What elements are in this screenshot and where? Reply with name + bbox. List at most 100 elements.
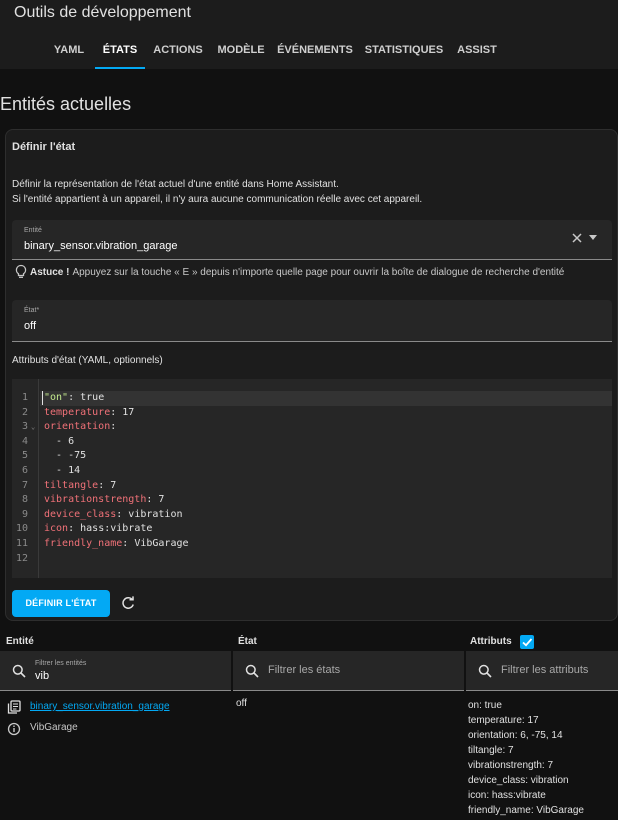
filter-entities-value[interactable]: vib <box>35 670 49 682</box>
lightbulb-icon <box>15 264 27 278</box>
tab-assist[interactable]: ASSIST <box>452 36 502 69</box>
tab-states[interactable]: ÉTATS <box>95 36 145 69</box>
yaml-value: 7 <box>152 494 165 506</box>
app-title: Outils de développement <box>14 4 191 21</box>
filter-states-placeholder[interactable]: Filtrer les états <box>268 664 340 676</box>
yaml-key: tiltangle <box>44 479 99 491</box>
yaml-line: orientation: <box>44 420 116 435</box>
tab-yaml[interactable]: YAML <box>47 36 91 69</box>
entity-friendly-name: VibGarage <box>30 722 78 733</box>
line-number: 4 <box>21 435 28 447</box>
search-icon <box>12 664 26 678</box>
copy-icon[interactable] <box>7 700 21 714</box>
entity-picker-label: Entité <box>24 227 42 234</box>
tab-template[interactable]: MODÈLE <box>213 36 269 69</box>
filter-attributes-placeholder[interactable]: Filtrer les attributs <box>501 664 588 676</box>
yaml-line: temperature: 17 <box>44 406 134 421</box>
line-number: 6 <box>21 465 28 476</box>
line-number: 8 <box>21 494 28 506</box>
yaml-line: vibrationstrength: 7 <box>44 493 164 508</box>
yaml-value: - 14 <box>44 465 81 476</box>
yaml-key: icon <box>44 523 69 535</box>
filter-states[interactable]: Filtrer les états <box>233 651 464 691</box>
yaml-key: device_class <box>44 508 117 520</box>
yaml-value: vibration <box>122 508 183 520</box>
fold-icon[interactable]: ⌄ <box>31 423 35 431</box>
editor-gutter: 1 2 3 4 5 6 7 8 9 10 11 12 <box>12 379 39 578</box>
column-header-state[interactable]: État <box>238 636 257 647</box>
set-state-title: Définir l'état <box>12 141 76 153</box>
line-number: 3 <box>21 421 28 433</box>
filter-attributes[interactable]: Filtrer les attributs <box>466 651 618 691</box>
line-number: 2 <box>21 406 28 418</box>
yaml-value: - 6 <box>44 435 75 447</box>
line-number: 10 <box>15 523 28 535</box>
yaml-line: - 14 <box>44 464 80 479</box>
refresh-icon[interactable] <box>120 595 136 611</box>
line-number: 12 <box>15 552 28 564</box>
tip-text: Appuyez sur la touche « E » depuis n'imp… <box>72 266 565 278</box>
filter-entities[interactable]: Filtrer les entités vib <box>0 651 231 691</box>
attribute-item: icon: hass:vibrate <box>468 790 546 801</box>
info-icon[interactable] <box>7 722 21 736</box>
tip: Astuce ! Appuyez sur la touche « E » dep… <box>14 264 564 280</box>
yaml-value: 17 <box>116 406 135 418</box>
state-field-value[interactable]: off <box>24 320 36 332</box>
column-header-entity[interactable]: Entité <box>6 636 34 647</box>
yaml-colon: : <box>110 421 117 433</box>
app-bar: Outils de développement YAML ÉTATS ACTIO… <box>0 0 618 69</box>
yaml-key: friendly_name <box>44 538 123 549</box>
filter-entities-label: Filtrer les entités <box>35 660 87 667</box>
show-attributes-checkbox[interactable] <box>520 635 534 649</box>
yaml-line: device_class: vibration <box>44 508 183 523</box>
attribute-item: tiltangle: 7 <box>468 745 514 756</box>
set-state-button[interactable]: DÉFINIR L'ÉTAT <box>12 590 110 617</box>
attribute-item: on: true <box>468 700 502 711</box>
yaml-editor[interactable]: 1 2 3 4 5 6 7 8 9 10 11 12 "on": true temperature: 1… <box>12 379 612 578</box>
attribute-item: device_class: vibration <box>468 775 569 786</box>
yaml-line: friendly_name: VibGarage <box>44 537 189 552</box>
state-field-label: État* <box>24 307 40 314</box>
yaml-line: "on": true <box>44 391 104 406</box>
active-line-highlight <box>40 391 612 406</box>
tip-label: Astuce ! <box>30 266 70 278</box>
set-state-description: Définir la représentation de l'état actu… <box>12 177 422 207</box>
attribute-item: orientation: 6, -75, 14 <box>468 730 563 741</box>
tab-statistics[interactable]: STATISTIQUES <box>362 36 446 69</box>
yaml-key: "on" <box>44 392 69 403</box>
yaml-line: - 6 <box>44 435 74 450</box>
line-number: 11 <box>15 538 28 549</box>
clear-icon[interactable] <box>571 232 583 246</box>
attribute-item: friendly_name: VibGarage <box>468 805 584 816</box>
entity-picker-value[interactable]: binary_sensor.vibration_garage <box>24 240 178 252</box>
yaml-value: 7 <box>104 479 117 491</box>
entity-state-value: off <box>236 698 247 709</box>
yaml-value: true <box>74 392 105 403</box>
tab-actions[interactable]: ACTIONS <box>149 36 207 69</box>
yaml-line: - -75 <box>44 449 86 464</box>
column-header-attributes[interactable]: Attributs <box>470 636 512 647</box>
line-number: 5 <box>21 450 28 462</box>
check-icon <box>522 638 533 647</box>
yaml-value: hass:vibrate <box>74 523 153 535</box>
line-number: 9 <box>21 508 28 520</box>
tab-bar: YAML ÉTATS ACTIONS MODÈLE ÉVÉNEMENTS STA… <box>0 36 618 69</box>
description-line-2: Si l'entité appartient à un appareil, il… <box>12 194 423 205</box>
yaml-value: - -75 <box>44 450 87 462</box>
search-icon <box>478 664 492 678</box>
yaml-key: temperature <box>44 406 111 418</box>
page-title: Entités actuelles <box>0 94 132 114</box>
search-icon <box>245 664 259 678</box>
text-cursor <box>42 391 43 405</box>
state-field[interactable]: État* off <box>12 300 612 342</box>
line-number: 1 <box>21 392 28 403</box>
chevron-down-icon[interactable] <box>589 235 597 240</box>
entity-picker[interactable]: Entité binary_sensor.vibration_garage <box>12 220 612 260</box>
yaml-key: vibrationstrength <box>44 494 147 506</box>
yaml-value: VibGarage <box>128 538 189 549</box>
tab-events[interactable]: ÉVÉNEMENTS <box>275 36 355 69</box>
entity-link[interactable]: binary_sensor.vibration_garage <box>30 701 170 712</box>
attributes-label: Attributs d'état (YAML, optionnels) <box>12 355 163 366</box>
yaml-line: icon: hass:vibrate <box>44 522 152 537</box>
line-number: 7 <box>21 479 28 491</box>
